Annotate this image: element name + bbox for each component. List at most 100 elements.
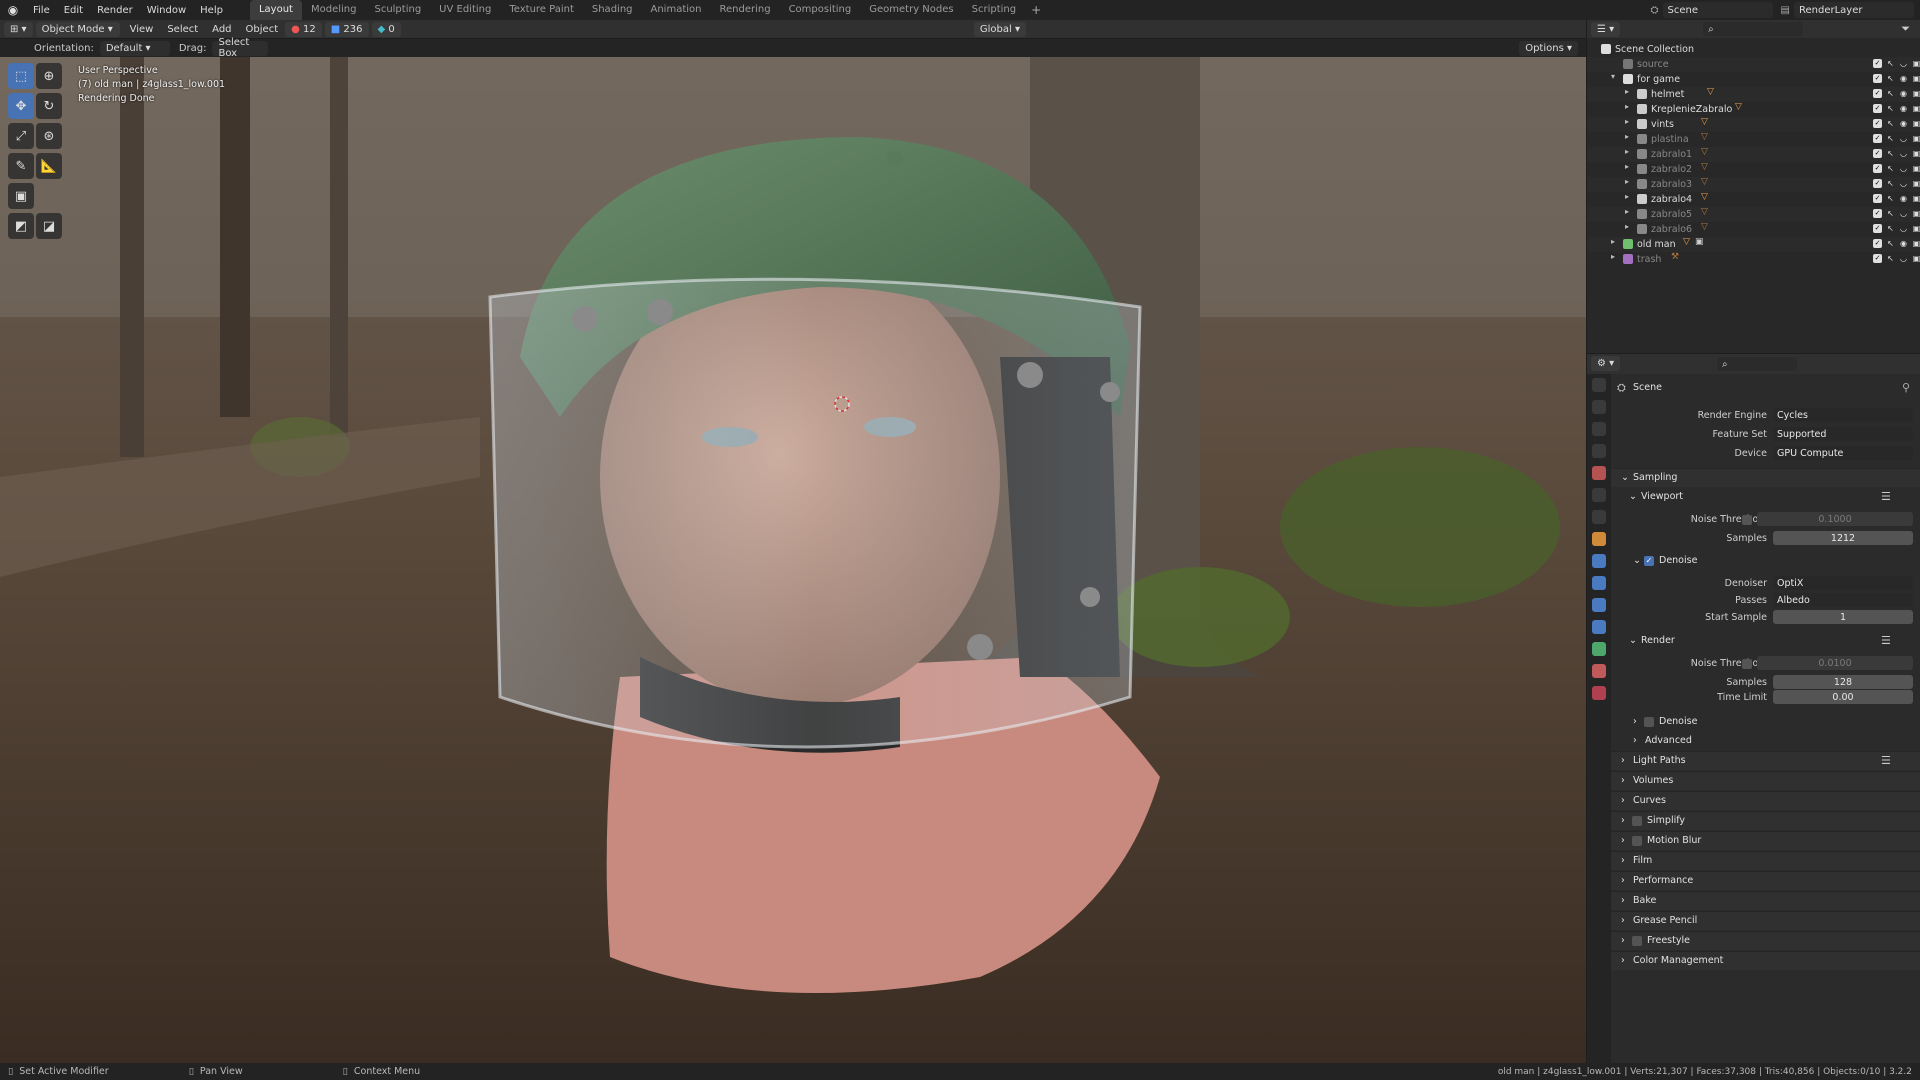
checkbox-icon[interactable]: ✓ bbox=[1873, 119, 1882, 128]
row-visibility[interactable]: ✓ ↖ ◉ ▣ bbox=[1873, 104, 1920, 113]
camera-icon[interactable]: ▣ bbox=[1912, 209, 1920, 218]
tab-compositing[interactable]: Compositing bbox=[780, 0, 861, 20]
checkbox-icon[interactable]: ✓ bbox=[1873, 74, 1882, 83]
menu-help[interactable]: Help bbox=[193, 5, 230, 16]
expand-icon[interactable]: ▸ bbox=[1625, 192, 1629, 201]
outliner-row[interactable]: ▸ zabralo2 ▽ ✓ ↖ ◡ ▣ bbox=[1587, 162, 1920, 177]
camera-icon[interactable]: ▣ bbox=[1912, 119, 1920, 128]
eye-closed-icon[interactable]: ◡ bbox=[1899, 254, 1908, 263]
menu-edit[interactable]: Edit bbox=[57, 5, 90, 16]
measure-tool-icon[interactable]: 📐 bbox=[36, 153, 62, 179]
select-arrow-icon[interactable]: ↖ bbox=[1886, 119, 1895, 128]
light-paths-chevron-icon[interactable]: › bbox=[1621, 755, 1625, 766]
render-denoise-checkbox[interactable] bbox=[1644, 717, 1654, 727]
checkbox-icon[interactable]: ✓ bbox=[1873, 179, 1882, 188]
eye-closed-icon[interactable]: ◡ bbox=[1899, 224, 1908, 233]
row-visibility[interactable]: ✓ ↖ ◉ ▣ bbox=[1873, 194, 1920, 203]
constraints-tab-icon[interactable] bbox=[1592, 620, 1606, 634]
select-box-tool-icon[interactable]: ⬚ bbox=[8, 63, 34, 89]
render-denoise-chevron-icon[interactable]: › bbox=[1633, 716, 1637, 727]
menu-window[interactable]: Window bbox=[140, 5, 193, 16]
checkbox-icon[interactable]: ✓ bbox=[1873, 239, 1882, 248]
render-samples-field[interactable]: 128 bbox=[1773, 675, 1913, 689]
particles-tab-icon[interactable] bbox=[1592, 576, 1606, 590]
expand-icon[interactable]: ▸ bbox=[1625, 222, 1629, 231]
outliner-row[interactable]: ▸ trash ⚒ ✓ ↖ ◡ ▣ bbox=[1587, 252, 1920, 267]
eye-closed-icon[interactable]: ◡ bbox=[1899, 149, 1908, 158]
outliner-row[interactable]: ▸ zabralo3 ▽ ✓ ↖ ◡ ▣ bbox=[1587, 177, 1920, 192]
expand-icon[interactable]: ▸ bbox=[1625, 102, 1629, 111]
camera-icon[interactable]: ▣ bbox=[1912, 164, 1920, 173]
menu-add[interactable]: Add bbox=[205, 24, 238, 35]
volumes-chevron-icon[interactable]: › bbox=[1621, 775, 1625, 786]
expand-icon[interactable]: ▸ bbox=[1611, 252, 1615, 261]
preset-list-icon[interactable]: ☰ bbox=[1881, 634, 1891, 647]
row-visibility[interactable]: ✓ ↖ ◡ ▣ bbox=[1873, 254, 1920, 263]
camera-icon[interactable]: ▣ bbox=[1912, 194, 1920, 203]
row-visibility[interactable]: ✓ ↖ ◉ ▣ bbox=[1873, 74, 1920, 83]
texture-tab-icon[interactable] bbox=[1592, 686, 1606, 700]
scene-tab-icon[interactable] bbox=[1592, 466, 1606, 480]
outliner-row[interactable]: source ✓ ↖ ◡ ▣ bbox=[1587, 57, 1920, 72]
options-button[interactable]: Options ▾ bbox=[1519, 40, 1578, 56]
camera-icon[interactable]: ▣ bbox=[1912, 179, 1920, 188]
outliner-row[interactable]: ▸ old man ▽ ▣ ✓ ↖ ◉ ▣ bbox=[1587, 237, 1920, 252]
tool-tab-icon[interactable] bbox=[1592, 378, 1606, 392]
tab-geometry-nodes[interactable]: Geometry Nodes bbox=[860, 0, 962, 20]
checkbox-icon[interactable]: ✓ bbox=[1873, 89, 1882, 98]
select-arrow-icon[interactable]: ↖ bbox=[1886, 164, 1895, 173]
outliner-root[interactable]: Scene Collection bbox=[1587, 42, 1920, 57]
transform-tool-icon[interactable]: ⊛ bbox=[36, 123, 62, 149]
viewport-chevron-icon[interactable]: ⌄ bbox=[1629, 491, 1637, 502]
add-cube-tool-icon[interactable]: ▣ bbox=[8, 183, 34, 209]
row-visibility[interactable]: ✓ ↖ ◡ ▣ bbox=[1873, 179, 1920, 188]
eye-icon[interactable]: ◉ bbox=[1899, 119, 1908, 128]
select-arrow-icon[interactable]: ↖ bbox=[1886, 149, 1895, 158]
scene-selector[interactable]: Scene bbox=[1662, 2, 1773, 18]
physics-tab-icon[interactable] bbox=[1592, 598, 1606, 612]
tab-texture-paint[interactable]: Texture Paint bbox=[500, 0, 583, 20]
checkbox-icon[interactable]: ✓ bbox=[1873, 164, 1882, 173]
render-engine-dropdown[interactable]: Cycles bbox=[1773, 408, 1913, 422]
expand-icon[interactable]: ▸ bbox=[1625, 147, 1629, 156]
row-visibility[interactable]: ✓ ↖ ◡ ▣ bbox=[1873, 164, 1920, 173]
checkbox-icon[interactable]: ✓ bbox=[1873, 149, 1882, 158]
outliner-row[interactable]: ▸ KreplenieZabralo ▽ ✓ ↖ ◉ ▣ bbox=[1587, 102, 1920, 117]
eye-closed-icon[interactable]: ◡ bbox=[1899, 209, 1908, 218]
device-dropdown[interactable]: GPU Compute bbox=[1773, 446, 1913, 460]
tab-uv-editing[interactable]: UV Editing bbox=[430, 0, 500, 20]
camera-icon[interactable]: ▣ bbox=[1912, 254, 1920, 263]
collection-tab-icon[interactable] bbox=[1592, 510, 1606, 524]
motion-blur-checkbox[interactable] bbox=[1632, 836, 1642, 846]
eye-closed-icon[interactable]: ◡ bbox=[1899, 179, 1908, 188]
outliner-row[interactable]: ▸ vints ▽ ✓ ↖ ◉ ▣ bbox=[1587, 117, 1920, 132]
orientation-dropdown[interactable]: Default ▾ bbox=[99, 40, 170, 56]
render-tab-icon[interactable] bbox=[1592, 400, 1606, 414]
tab-sculpting[interactable]: Sculpting bbox=[365, 0, 430, 20]
advanced-chevron-icon[interactable]: › bbox=[1633, 735, 1637, 746]
view-layer-selector[interactable]: RenderLayer bbox=[1794, 2, 1914, 18]
checkbox-icon[interactable]: ✓ bbox=[1873, 194, 1882, 203]
select-arrow-icon[interactable]: ↖ bbox=[1886, 239, 1895, 248]
expand-icon[interactable]: ▸ bbox=[1625, 117, 1629, 126]
passes-dropdown[interactable]: Albedo bbox=[1773, 593, 1913, 607]
eye-icon[interactable]: ◉ bbox=[1899, 104, 1908, 113]
expand-icon[interactable]: ▸ bbox=[1625, 162, 1629, 171]
expand-icon[interactable]: ▸ bbox=[1611, 237, 1615, 246]
tab-rendering[interactable]: Rendering bbox=[710, 0, 779, 20]
outliner-search-input[interactable]: ⌕ bbox=[1703, 22, 1804, 36]
select-arrow-icon[interactable]: ↖ bbox=[1886, 194, 1895, 203]
outliner-row[interactable]: ▾ for game ✓ ↖ ◉ ▣ bbox=[1587, 72, 1920, 87]
menu-select[interactable]: Select bbox=[160, 24, 205, 35]
extrude-tool-icon[interactable]: ◩ bbox=[8, 213, 34, 239]
expand-icon[interactable]: ▾ bbox=[1611, 72, 1615, 81]
tab-layout[interactable]: Layout bbox=[249, 0, 302, 20]
expand-icon[interactable]: ▸ bbox=[1625, 87, 1629, 96]
eye-closed-icon[interactable]: ◡ bbox=[1899, 164, 1908, 173]
outliner-editor-type-button[interactable]: ☰ ▾ bbox=[1591, 21, 1621, 37]
simplify-chevron-icon[interactable]: › bbox=[1621, 815, 1625, 826]
film-chevron-icon[interactable]: › bbox=[1621, 855, 1625, 866]
outliner-row[interactable]: ▸ zabralo1 ▽ ✓ ↖ ◡ ▣ bbox=[1587, 147, 1920, 162]
render-chevron-icon[interactable]: ⌄ bbox=[1629, 635, 1637, 646]
menu-file[interactable]: File bbox=[26, 5, 57, 16]
